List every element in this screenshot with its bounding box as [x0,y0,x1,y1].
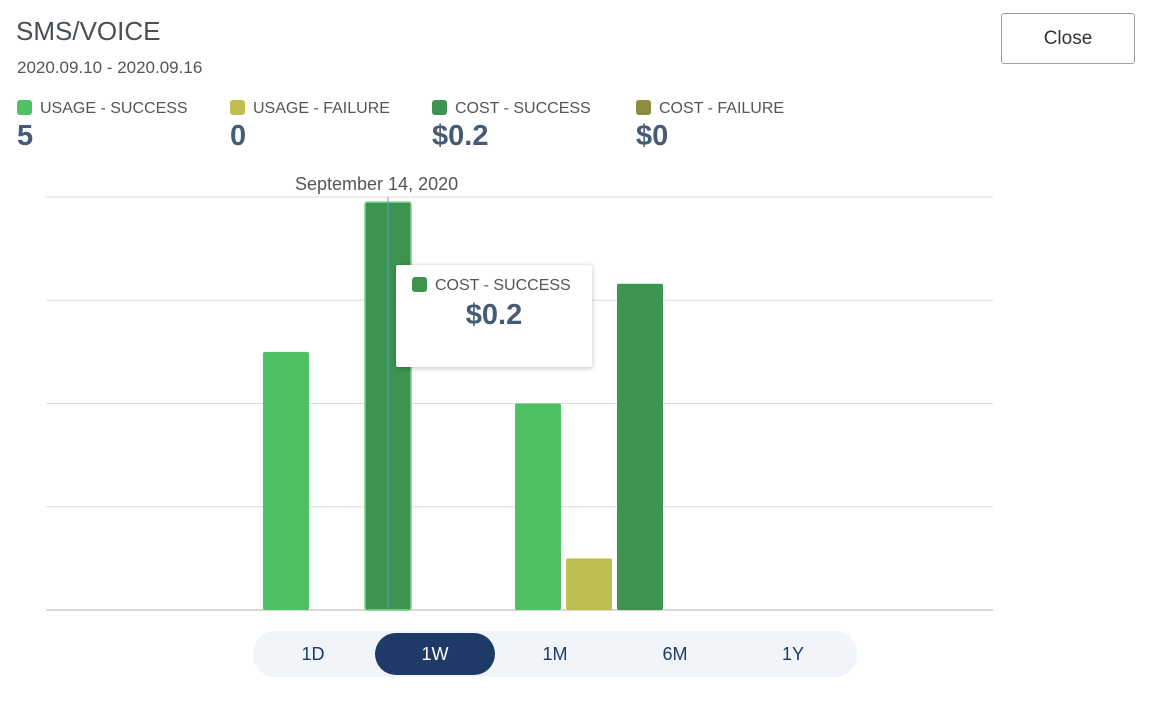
tooltip-value: $0.2 [465,299,523,331]
range-selector: 1D 1W 1M 6M 1Y [253,631,857,677]
legend-label: COST - FAILURE [659,100,785,117]
swatch-icon [636,100,651,115]
bar-usage-success[interactable] [263,351,309,610]
hover-date-label: September 14, 2020 [295,174,459,194]
swatch-icon [412,277,427,292]
legend-usage-success[interactable]: USAGE - SUCCESS 5 [17,100,217,158]
legend-value: $0 [636,120,669,152]
close-button[interactable]: Close [1001,13,1135,64]
range-1w[interactable]: 1W [375,633,495,675]
tooltip-series: COST - SUCCESS [435,277,571,294]
bar-cost-success[interactable] [617,283,663,610]
legend-label: USAGE - FAILURE [253,100,390,117]
range-1d[interactable]: 1D [253,633,373,675]
legend: USAGE - SUCCESS 5 USAGE - FAILURE 0 COST… [17,100,817,160]
swatch-icon [230,100,245,115]
swatch-icon [432,100,447,115]
bar-usage-success[interactable] [515,403,561,611]
legend-label: USAGE - SUCCESS [40,100,188,117]
bar-usage-failure[interactable] [566,558,612,610]
legend-value: 5 [17,120,34,152]
legend-value: $0.2 [432,120,489,152]
legend-label: COST - SUCCESS [455,100,591,117]
range-1m[interactable]: 1M [495,633,615,675]
legend-usage-failure[interactable]: USAGE - FAILURE 0 [230,100,430,158]
swatch-icon [17,100,32,115]
range-1y[interactable]: 1Y [733,633,853,675]
page-title: SMS/VOICE [16,16,161,46]
legend-cost-success[interactable]: COST - SUCCESS $0.2 [432,100,632,158]
date-range: 2020.09.10 - 2020.09.16 [17,58,203,77]
legend-cost-failure[interactable]: COST - FAILURE $0 [636,100,836,158]
legend-value: 0 [230,120,247,152]
tooltip: COST - SUCCESS $0.2 [396,265,592,367]
range-6m[interactable]: 6M [615,633,735,675]
